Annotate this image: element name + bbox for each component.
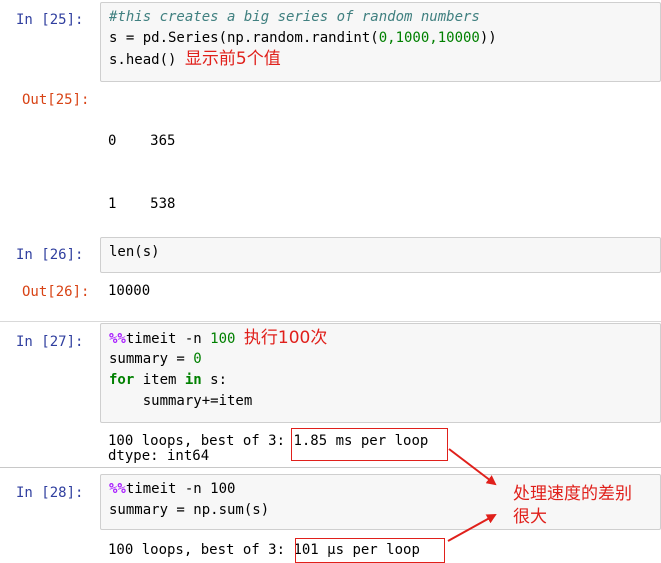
code-cell-26[interactable]: len(s) bbox=[100, 237, 661, 273]
code-line: summary = 0 bbox=[109, 351, 202, 367]
in-prompt-28: In [28]: bbox=[16, 485, 84, 501]
series-row: 1 538 bbox=[108, 196, 176, 212]
code-line: summary+=item bbox=[109, 393, 253, 409]
out-prompt-25: Out[25]: bbox=[22, 92, 90, 108]
highlight-box-loop bbox=[291, 428, 448, 461]
annotation-run-100: 执行100次 bbox=[243, 328, 328, 348]
annotation-speed-diff: 处理速度的差别 很大 bbox=[513, 484, 632, 527]
code-cell-25[interactable]: #this creates a big series of random num… bbox=[100, 2, 661, 82]
code-line: for item in s: bbox=[109, 372, 228, 388]
series-row: 0 365 bbox=[108, 133, 176, 149]
code-line: s.head() 显示前5个值 bbox=[109, 49, 281, 69]
cell-divider bbox=[0, 321, 661, 322]
cell-divider bbox=[0, 467, 661, 468]
in-prompt-25: In [25]: bbox=[16, 12, 84, 28]
output-len: 10000 bbox=[108, 283, 151, 299]
code-cell-27[interactable]: %%timeit -n 100 执行100次 summary = 0 for i… bbox=[100, 323, 661, 423]
out-prompt-26: Out[26]: bbox=[22, 284, 90, 300]
code-comment: #this creates a big series of random num… bbox=[109, 9, 480, 25]
in-prompt-27: In [27]: bbox=[16, 334, 84, 350]
annotation-head: 显示前5个值 bbox=[184, 49, 281, 69]
code-line: %%timeit -n 100 执行100次 bbox=[109, 328, 328, 348]
in-prompt-26: In [26]: bbox=[16, 247, 84, 263]
highlight-box-numpy bbox=[295, 538, 445, 563]
code-line: len(s) bbox=[109, 244, 160, 260]
code-line: s = pd.Series(np.random.randint(0,1000,1… bbox=[109, 30, 497, 46]
